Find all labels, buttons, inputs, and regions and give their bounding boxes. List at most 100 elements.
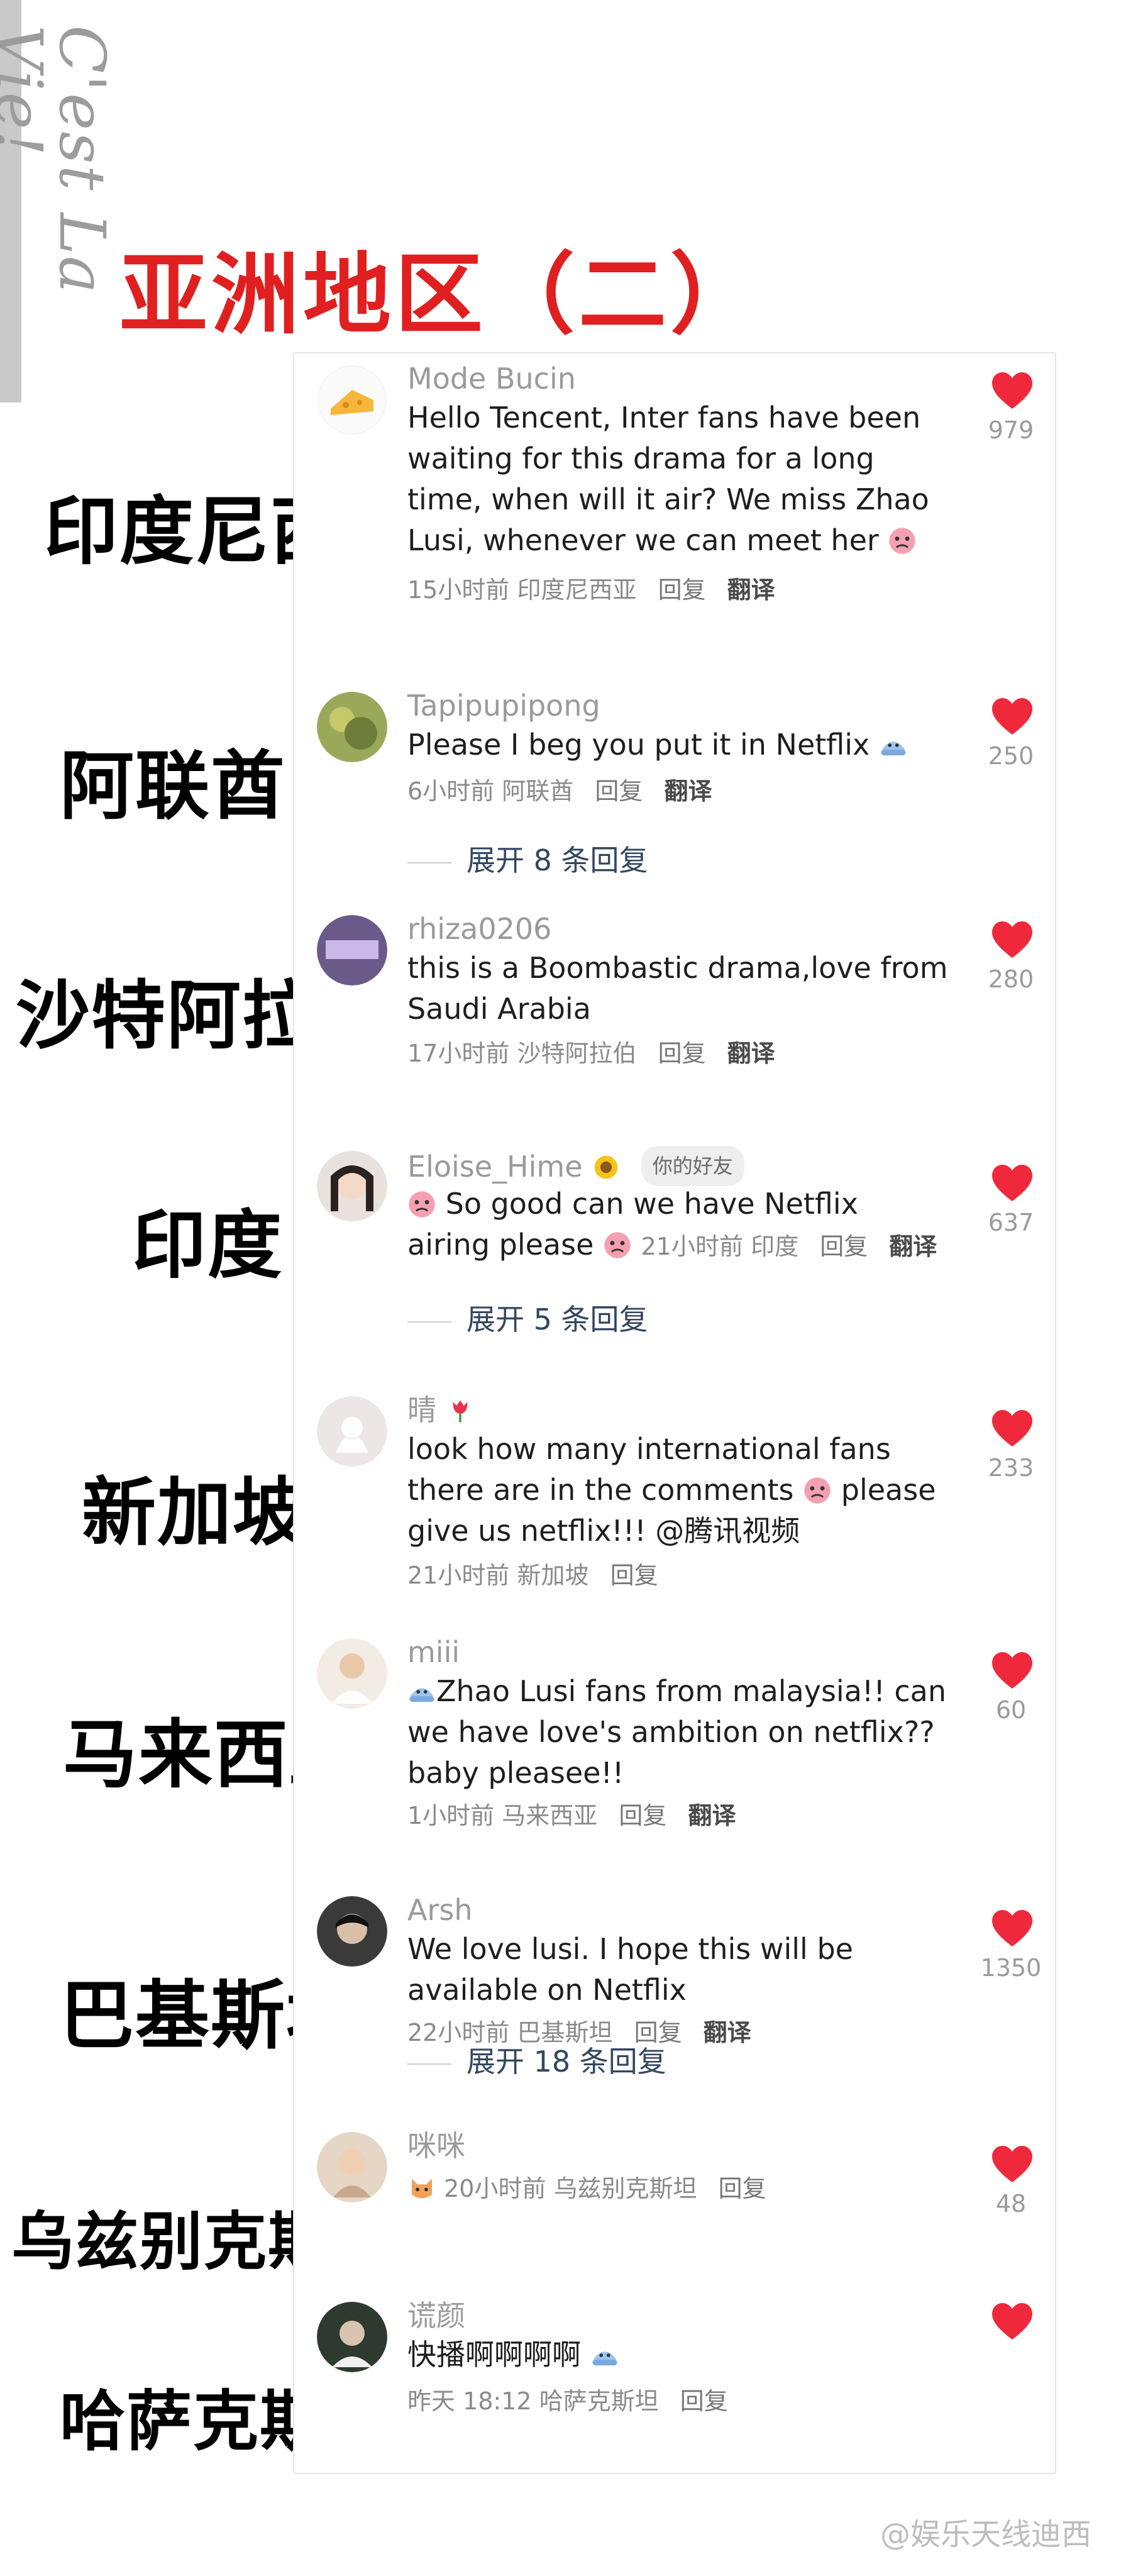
comment-meta: 20小时前 乌兹别克斯坦 回复 bbox=[407, 2171, 766, 2206]
comment-location: 马来西亚 bbox=[502, 1802, 598, 1829]
translate-button[interactable]: 翻译 bbox=[688, 1802, 736, 1829]
like-count: 1350 bbox=[980, 1954, 1042, 1982]
avatar[interactable] bbox=[317, 692, 387, 762]
comment-body: Please I beg you put it in Netflix bbox=[407, 728, 870, 762]
comment-location: 新加坡 bbox=[517, 1562, 589, 1589]
expand-replies[interactable]: 展开 5 条回复 bbox=[407, 1297, 648, 1338]
avatar[interactable] bbox=[317, 2132, 387, 2202]
comment-meta: 6小时前 阿联酋 回复 翻译 bbox=[407, 774, 712, 809]
comment-location: 乌兹别克斯坦 bbox=[553, 2175, 697, 2202]
like-heart-icon[interactable] bbox=[992, 2303, 1032, 2341]
translate-button[interactable]: 翻译 bbox=[665, 777, 712, 805]
comment-text: Zhao Lusi fans from malaysia!! can we ha… bbox=[407, 1671, 948, 1836]
avatar[interactable] bbox=[317, 915, 387, 985]
comment-text: Hello Tencent, Inter fans have been wait… bbox=[407, 397, 948, 561]
comment-text: 快播啊啊啊啊 bbox=[407, 2334, 948, 2375]
comment-text: Please I beg you put it in Netflix bbox=[407, 724, 948, 765]
reply-button[interactable]: 回复 bbox=[658, 576, 706, 604]
like-heart-icon[interactable] bbox=[992, 2146, 1032, 2184]
comment-panel: Mode Bucin Hello Tencent, Inter fans hav… bbox=[293, 352, 1056, 2474]
like-heart-icon[interactable] bbox=[992, 372, 1032, 410]
username[interactable]: Arsh bbox=[407, 1891, 473, 1929]
reply-button[interactable]: 回复 bbox=[820, 1233, 868, 1260]
like-heart-icon[interactable] bbox=[992, 1652, 1032, 1690]
expand-divider bbox=[407, 862, 451, 863]
watermark: @娱乐天线迪西 bbox=[880, 2517, 1092, 2552]
country-label-india: 印度 bbox=[132, 1202, 284, 1289]
like-count: 233 bbox=[988, 1454, 1034, 1482]
avatar[interactable] bbox=[317, 2302, 387, 2372]
avatar[interactable] bbox=[317, 1638, 387, 1709]
reply-button[interactable]: 回复 bbox=[610, 1562, 658, 1589]
comment-location: 印度尼西亚 bbox=[517, 576, 637, 604]
translate-button[interactable]: 翻译 bbox=[889, 1233, 937, 1260]
username[interactable]: 咪咪 bbox=[407, 2127, 465, 2165]
username[interactable]: rhiza0206 bbox=[407, 910, 551, 948]
like-heart-icon[interactable] bbox=[992, 1410, 1032, 1448]
username[interactable]: Eloise_Hime 你的好友 bbox=[407, 1146, 744, 1186]
comment-time: 17小时前 bbox=[407, 1040, 510, 1067]
like-count: 60 bbox=[995, 1696, 1027, 1724]
comment-location: 阿联酋 bbox=[502, 777, 574, 805]
comment-time: 1小时前 bbox=[407, 1802, 495, 1829]
cry-emoji-icon bbox=[879, 731, 908, 760]
country-label-uae: 阿联酋 bbox=[60, 743, 287, 830]
reply-button[interactable]: 回复 bbox=[619, 1802, 666, 1829]
cry-emoji-icon bbox=[590, 2341, 619, 2370]
expand-replies-label: 展开 5 条回复 bbox=[467, 1302, 648, 1336]
comment-text: We love lusi. I hope this will be availa… bbox=[407, 1929, 948, 2053]
comment-time: 21小时前 bbox=[641, 1233, 743, 1260]
avatar[interactable] bbox=[317, 1151, 387, 1221]
main-title: 亚洲地区（二） bbox=[119, 244, 763, 347]
sob-emoji-icon bbox=[888, 526, 917, 555]
reply-button[interactable]: 回复 bbox=[680, 2387, 728, 2415]
tulip-emoji-icon bbox=[446, 1396, 475, 1425]
username[interactable]: miii bbox=[407, 1633, 460, 1671]
like-heart-icon[interactable] bbox=[992, 1165, 1032, 1202]
sob-emoji-icon bbox=[603, 1231, 632, 1260]
like-heart-icon[interactable] bbox=[992, 1910, 1032, 1948]
like-heart-icon[interactable] bbox=[992, 921, 1032, 959]
side-title: C'est La Vie! bbox=[0, 25, 119, 295]
comment-body: Hello Tencent, Inter fans have been wait… bbox=[407, 401, 929, 557]
comment-meta: 昨天 18:12 哈萨克斯坦 回复 bbox=[407, 2384, 728, 2419]
reply-button[interactable]: 回复 bbox=[719, 2175, 766, 2202]
expand-replies-label: 展开 8 条回复 bbox=[467, 843, 648, 877]
like-count: 48 bbox=[995, 2190, 1027, 2218]
comment-meta: 21小时前 新加坡 回复 bbox=[407, 1558, 658, 1593]
comment-body: 快播啊啊啊啊 bbox=[407, 2338, 581, 2372]
expand-replies[interactable]: 展开 18 条回复 bbox=[407, 2039, 666, 2080]
sob-emoji-icon bbox=[803, 1476, 832, 1505]
sunflower-emoji-icon bbox=[592, 1153, 621, 1182]
country-label-singapore: 新加坡 bbox=[82, 1469, 309, 1556]
sob-emoji-icon bbox=[407, 1190, 436, 1219]
expand-divider bbox=[407, 1321, 451, 1323]
like-count: 637 bbox=[988, 1209, 1034, 1236]
comment-meta: 15小时前 印度尼西亚 回复 翻译 bbox=[407, 572, 775, 608]
translate-button[interactable]: 翻译 bbox=[704, 2019, 751, 2046]
expand-divider bbox=[407, 2063, 451, 2065]
username[interactable]: Mode Bucin bbox=[407, 360, 576, 397]
reply-button[interactable]: 回复 bbox=[595, 777, 643, 805]
avatar[interactable] bbox=[317, 365, 387, 435]
username[interactable]: Tapipupipong bbox=[407, 687, 600, 724]
avatar[interactable] bbox=[317, 1896, 387, 1967]
comment-time: 15小时前 bbox=[407, 576, 510, 604]
translate-button[interactable]: 翻译 bbox=[727, 1040, 775, 1067]
reply-button[interactable]: 回复 bbox=[658, 1040, 706, 1067]
username[interactable]: 晴 bbox=[407, 1391, 475, 1429]
comment-body: Zhao Lusi fans from malaysia!! can we ha… bbox=[407, 1674, 947, 1790]
username[interactable]: 谎颜 bbox=[407, 2297, 465, 2334]
comment-text: So good can we have Netflix airing pleas… bbox=[407, 1184, 948, 1267]
comment-location: 印度 bbox=[751, 1233, 799, 1260]
expand-replies[interactable]: 展开 8 条回复 bbox=[407, 838, 648, 879]
comment-time: 昨天 18:12 bbox=[407, 2387, 532, 2415]
comment-time: 6小时前 bbox=[407, 777, 495, 805]
like-count: 979 bbox=[988, 416, 1034, 444]
expand-replies-label: 展开 18 条回复 bbox=[467, 2045, 666, 2079]
like-heart-icon[interactable] bbox=[992, 698, 1032, 736]
like-count: 250 bbox=[988, 742, 1034, 770]
translate-button[interactable]: 翻译 bbox=[727, 576, 775, 604]
avatar[interactable] bbox=[317, 1396, 387, 1467]
like-count: 280 bbox=[988, 965, 1034, 993]
